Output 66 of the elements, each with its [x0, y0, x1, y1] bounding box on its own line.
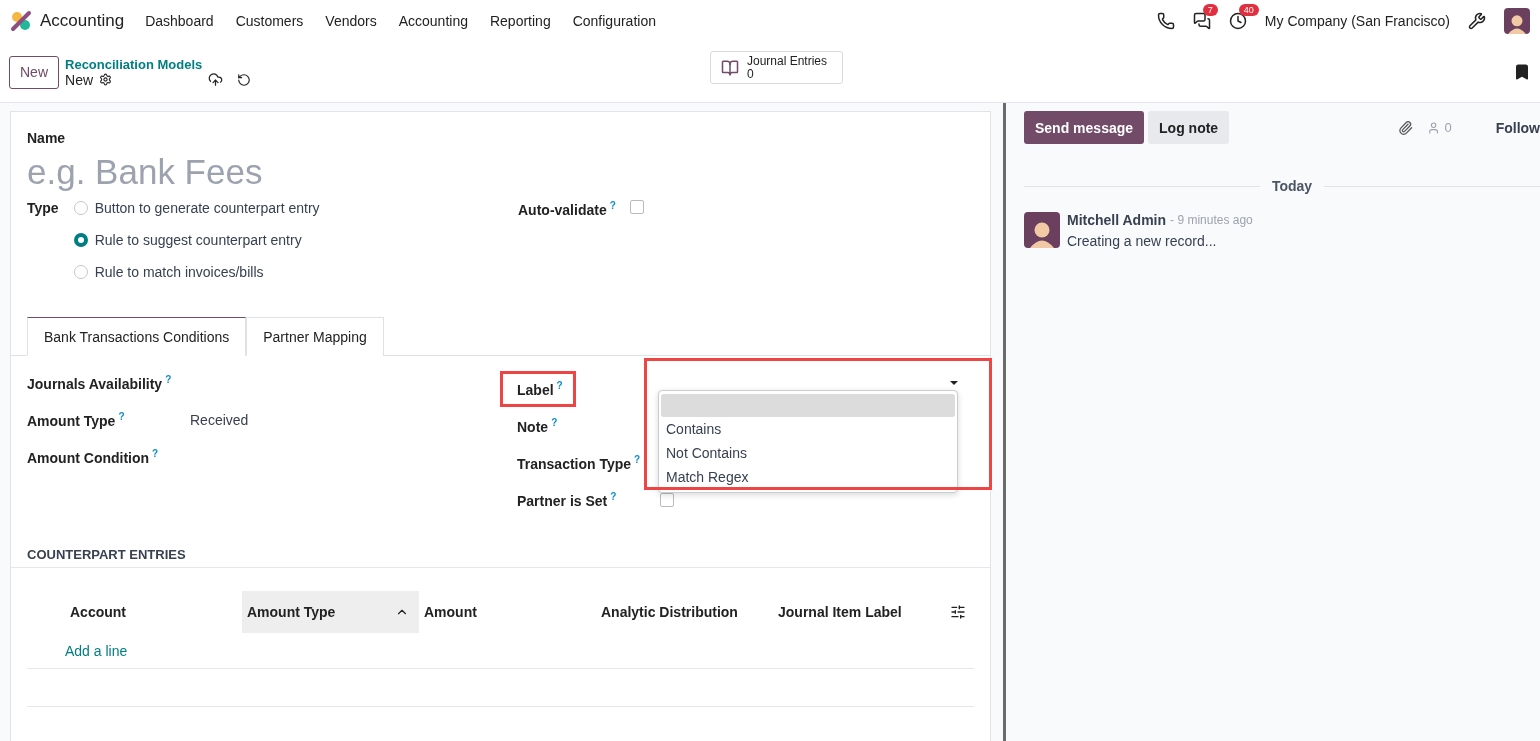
radio-button[interactable] — [73, 265, 88, 279]
phone-icon[interactable] — [1156, 12, 1175, 30]
follow-button[interactable]: Follow — [1495, 119, 1540, 136]
column-header[interactable]: Amount Type — [242, 591, 419, 633]
field-label: Amount Type $^{?}$ — [27, 411, 126, 429]
name-input[interactable]: e.g. Bank Fees — [27, 146, 974, 200]
clock-icon[interactable] — [1228, 12, 1247, 30]
book-icon — [721, 58, 739, 77]
column-header[interactable]: Journal Item Label — [773, 591, 950, 633]
dropdown-option[interactable]: Match Regex — [661, 465, 955, 489]
add-line-link[interactable]: Add a line — [27, 633, 974, 668]
record-title: New — [65, 71, 94, 88]
dropdown-option[interactable]: Not Contains — [661, 441, 955, 465]
field-value[interactable]: Received — [190, 412, 518, 428]
field-label: Transaction Type $^{?}$ — [517, 455, 641, 472]
message-count-badge: 7 — [1202, 4, 1218, 16]
journal-entries-button[interactable]: Journal Entries 0 — [710, 51, 843, 84]
menu-item[interactable]: Vendors — [314, 13, 388, 29]
field-label: Journals Availability $^{?}$ — [27, 374, 173, 392]
field-label: Label $^{?}$ — [517, 381, 563, 398]
paperclip-icon[interactable] — [1398, 119, 1414, 136]
send-message-button[interactable]: Send message — [1024, 111, 1145, 144]
tools-icon[interactable] — [1468, 12, 1486, 30]
field-label: Partner is Set $^{?}$ — [517, 492, 617, 509]
breadcrumb-link[interactable]: Reconciliation Models — [65, 56, 252, 72]
checkbox[interactable] — [629, 200, 644, 214]
column-header[interactable]: Analytic Distribution — [596, 591, 773, 633]
app-name[interactable]: Accounting — [40, 11, 125, 31]
chat-icon[interactable] — [1192, 12, 1211, 30]
save-cloud-icon[interactable] — [208, 72, 224, 87]
radio-label[interactable]: Button to generate counterpart entry — [94, 200, 320, 216]
column-header[interactable]: Account — [65, 591, 242, 633]
menu-item[interactable]: Configuration — [561, 13, 667, 29]
log-note-button[interactable]: Log note — [1148, 111, 1230, 144]
message-body: Creating a new record... — [1067, 233, 1218, 249]
author-name[interactable]: Mitchell Admin — [1067, 212, 1167, 228]
menu-item[interactable]: Dashboard — [134, 13, 225, 29]
menu-item[interactable]: Customers — [224, 13, 315, 29]
radio-button[interactable] — [73, 233, 88, 247]
new-button[interactable]: New — [9, 55, 59, 89]
menu-item[interactable]: Reporting — [478, 13, 562, 29]
user-avatar[interactable] — [1504, 8, 1530, 34]
dropdown-option[interactable]: Contains — [661, 417, 955, 441]
section-title: COUNTERPART ENTRIES — [11, 547, 990, 568]
company-switcher[interactable]: My Company (San Francisco) — [1264, 13, 1450, 29]
message-time: - 9 minutes ago — [1170, 213, 1253, 227]
column-header[interactable]: Amount — [419, 591, 596, 633]
author-avatar — [1024, 212, 1060, 248]
radio-label[interactable]: Rule to match invoices/bills — [94, 264, 264, 280]
field-label: Note $^{?}$ — [517, 418, 558, 435]
settings-icon[interactable] — [99, 73, 113, 86]
bookmark-icon[interactable] — [1513, 63, 1531, 81]
app-logo-icon — [10, 10, 32, 32]
column-settings-icon[interactable] — [950, 604, 966, 620]
field-label: Type — [27, 200, 59, 218]
activity-count-badge: 40 — [1238, 4, 1259, 16]
radio-button[interactable] — [73, 201, 88, 215]
field-label: Auto-validate $^{?}$ — [518, 200, 616, 218]
menu-item[interactable]: Accounting — [387, 13, 479, 29]
radio-label[interactable]: Rule to suggest counterpart entry — [94, 232, 302, 248]
discard-icon[interactable] — [237, 72, 252, 87]
tab[interactable]: Bank Transactions Conditions — [27, 317, 247, 356]
date-separator: Today — [1271, 178, 1313, 194]
field-label: Name — [27, 130, 66, 146]
tab[interactable]: Partner Mapping — [246, 317, 384, 356]
field-label: Amount Condition $^{?}$ — [27, 448, 160, 466]
